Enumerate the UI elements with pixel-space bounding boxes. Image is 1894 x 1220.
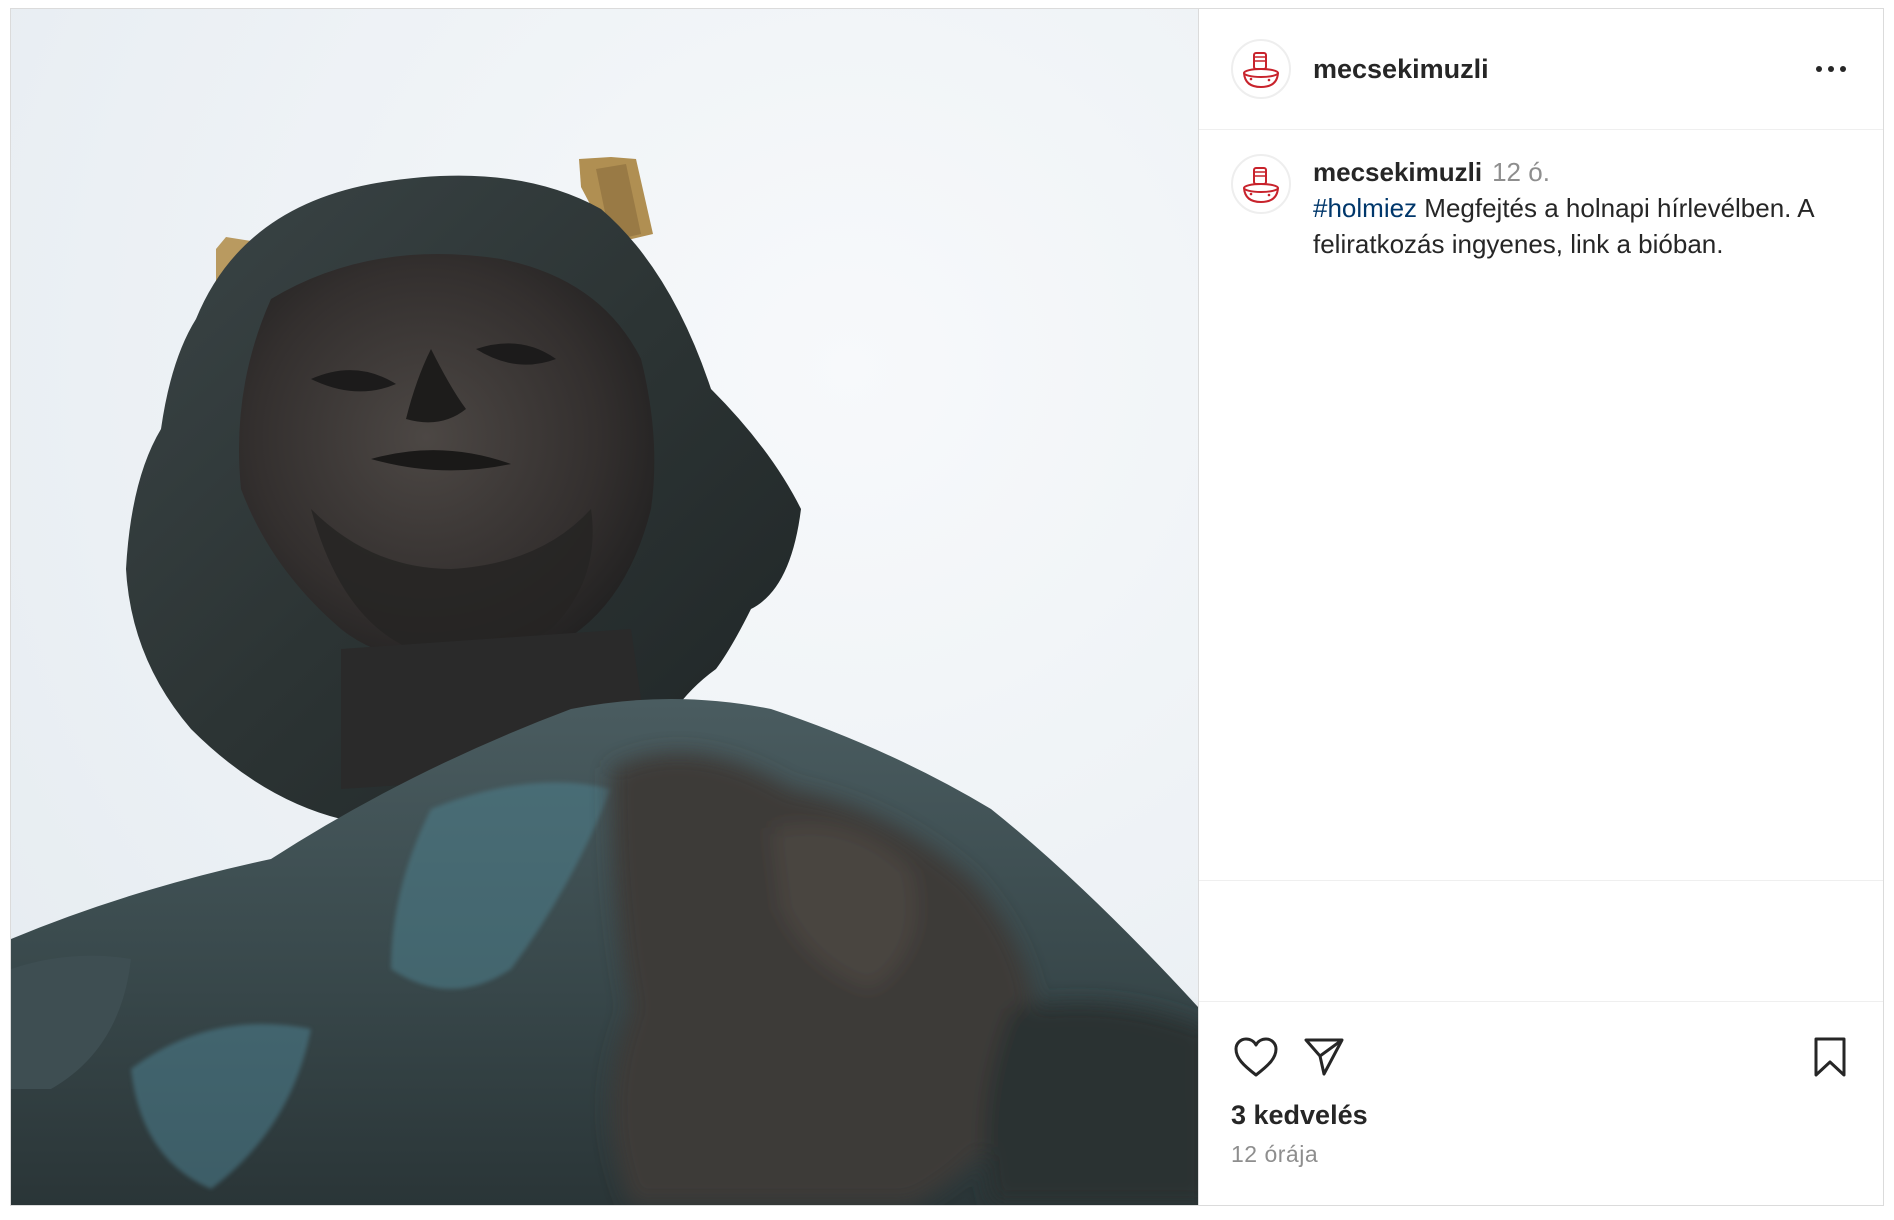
- caption-username[interactable]: mecsekimuzli: [1313, 157, 1482, 187]
- more-options-icon[interactable]: [1809, 54, 1853, 84]
- action-bar: [1199, 1002, 1883, 1082]
- instagram-post: mecsekimuzli mecsekimuzli 12 ó. #holmiez …: [10, 8, 1884, 1206]
- caption-text: mecsekimuzli 12 ó. #holmiez Megfejtés a h…: [1313, 154, 1853, 880]
- avatar[interactable]: [1231, 39, 1291, 99]
- comments-area: [1199, 881, 1883, 1002]
- hashtag-link[interactable]: #holmiez: [1313, 193, 1417, 223]
- heart-icon[interactable]: [1231, 1032, 1281, 1082]
- caption-avatar[interactable]: [1231, 154, 1291, 214]
- likes-count[interactable]: 3 kedvelés: [1199, 1082, 1883, 1131]
- caption-time[interactable]: 12 ó.: [1492, 157, 1550, 187]
- bowl-logo-icon: [1243, 52, 1279, 89]
- header-username[interactable]: mecsekimuzli: [1313, 54, 1809, 85]
- statue-photo: [11, 9, 1198, 1205]
- post-date[interactable]: 12 órája: [1199, 1131, 1883, 1168]
- send-icon[interactable]: [1299, 1032, 1349, 1082]
- post-image[interactable]: [11, 9, 1199, 1205]
- post-header: mecsekimuzli: [1199, 9, 1883, 130]
- caption-section: mecsekimuzli 12 ó. #holmiez Megfejtés a h…: [1199, 130, 1883, 881]
- post-side-panel: mecsekimuzli mecsekimuzli 12 ó. #holmiez …: [1199, 9, 1883, 1205]
- bookmark-icon[interactable]: [1805, 1032, 1855, 1082]
- bowl-logo-icon: [1243, 167, 1279, 204]
